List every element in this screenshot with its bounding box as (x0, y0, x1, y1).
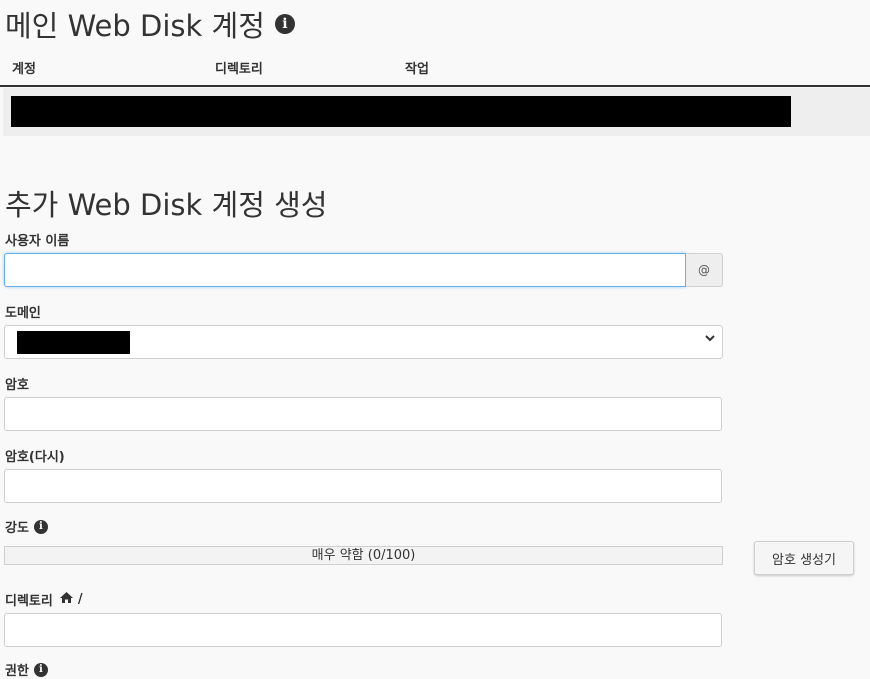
password-generator-button[interactable]: 암호 생성기 (754, 541, 854, 575)
password-label: 암호 (5, 378, 29, 393)
page-title-main-web-disk: 메인 Web Disk 계정 i (5, 3, 295, 45)
home-icon (59, 591, 74, 608)
domain-label: 도메인 (5, 306, 41, 321)
info-circle-icon[interactable]: i (33, 519, 48, 534)
create-section-title: 추가 Web Disk 계정 생성 (5, 188, 328, 222)
strength-label: 강도 (5, 521, 29, 536)
permissions-label-row: 권한 i (5, 660, 48, 679)
table-row (3, 88, 870, 136)
redacted-domain-value (17, 331, 130, 354)
directory-label-row: 디렉토리 / (5, 590, 83, 609)
redacted-row-content (11, 96, 791, 127)
directory-label: 디렉토리 (5, 594, 53, 609)
strength-label-row: 강도 i (5, 517, 48, 536)
permissions-label: 권한 (5, 664, 29, 679)
main-section-title: 메인 Web Disk 계정 (5, 9, 265, 43)
username-at-addon: @ (686, 253, 723, 287)
password-again-input[interactable] (4, 469, 722, 503)
info-circle-icon[interactable]: i (33, 662, 48, 677)
password-again-label: 암호(다시) (5, 450, 65, 465)
accounts-table-header: 계정 디렉토리 작업 (0, 50, 870, 87)
domain-select[interactable] (4, 325, 723, 359)
directory-root-path: / (77, 592, 83, 607)
chevron-down-icon (704, 332, 716, 348)
password-strength-meter: 매우 약함 (0/100) (4, 546, 723, 565)
column-header-directory[interactable]: 디렉토리 (215, 58, 263, 77)
column-header-actions: 작업 (405, 62, 429, 77)
password-input[interactable] (4, 397, 722, 431)
username-input[interactable] (4, 253, 686, 287)
column-header-account[interactable]: 계정 (12, 58, 36, 77)
username-label: 사용자 이름 (5, 234, 70, 249)
directory-input[interactable] (4, 613, 722, 647)
info-circle-icon[interactable]: i (274, 14, 295, 34)
